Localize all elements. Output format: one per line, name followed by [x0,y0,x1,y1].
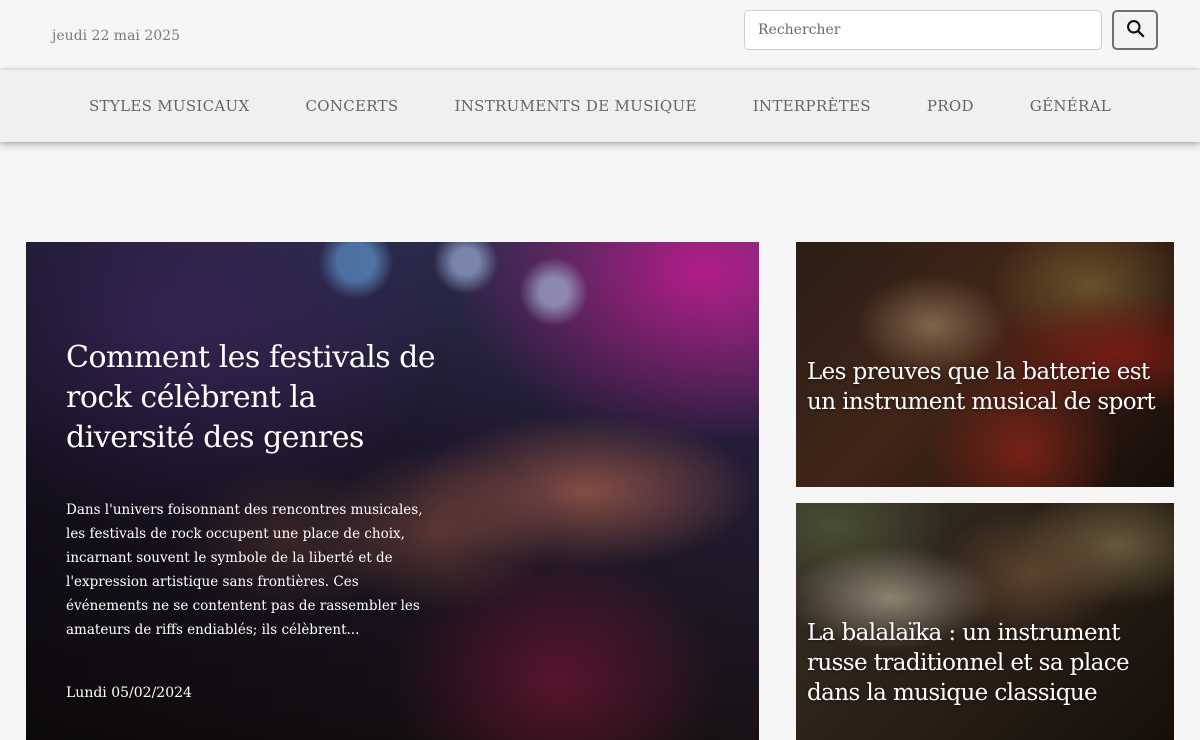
search-button[interactable] [1112,10,1158,50]
current-date: jeudi 22 mai 2025 [52,28,180,44]
featured-article-date: Lundi 05/02/2024 [66,685,192,701]
side-article-card[interactable]: La balalaïka : un instrument russe tradi… [796,503,1174,740]
search-input[interactable] [744,10,1102,50]
side-article-card[interactable]: Les preuves que la batterie est un instr… [796,242,1174,487]
featured-article-card[interactable]: Comment les festivals de rock célèbrent … [26,242,759,740]
featured-article-title[interactable]: Comment les festivals de rock célèbrent … [66,338,436,458]
side-article-title[interactable]: Les preuves que la batterie est un instr… [807,357,1167,417]
nav-item-interpretes[interactable]: INTERPRÈTES [753,97,871,115]
featured-article-excerpt: Dans l'univers foisonnant des rencontres… [66,502,423,638]
side-article-title[interactable]: La balalaïka : un instrument russe tradi… [807,618,1167,708]
nav-item-styles-musicaux[interactable]: STYLES MUSICAUX [89,97,249,115]
nav-item-prod[interactable]: PROD [927,97,974,115]
nav-item-concerts[interactable]: CONCERTS [305,97,398,115]
nav-item-general[interactable]: GÉNÉRAL [1030,97,1111,115]
top-bar: jeudi 22 mai 2025 [0,0,1200,70]
nav-item-instruments[interactable]: INSTRUMENTS DE MUSIQUE [455,97,697,115]
search-icon [1126,19,1145,41]
main-nav: STYLES MUSICAUX CONCERTS INSTRUMENTS DE … [0,70,1200,142]
